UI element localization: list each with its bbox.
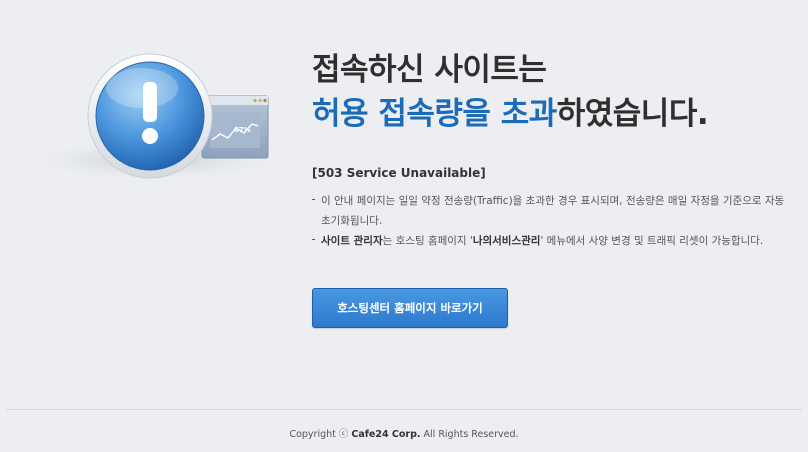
headline-line-1: 접속하신 사이트는 [312,52,547,88]
percent-label: 67% [234,126,251,134]
error-code: [503 Service Unavailable] [312,166,486,180]
exclamation-icon [87,53,213,179]
footer-divider [6,409,802,410]
note-admin-middle: 는 호스팅 홈페이지 ' [382,235,473,247]
copyright-prefix: Copyright ⓒ [289,429,352,440]
company-name: Cafe24 Corp. [351,429,421,440]
headline-rest: 하였습니다. [556,96,709,132]
page-title: 접속하신 사이트는 허용 접속량을 초과하였습니다. [312,48,709,136]
headline-line-2: 허용 접속량을 초과하였습니다. [312,92,709,136]
headline-accent: 허용 접속량을 초과 [312,96,557,132]
footer-copyright: Copyright ⓒ Cafe24 Corp. All Rights Rese… [0,428,808,442]
error-details: [503 Service Unavailable] 이 안내 페이지는 일일 약… [312,165,792,251]
notes-list: 이 안내 페이지는 일일 약정 전송량(Traffic)을 초과한 경우 표시되… [312,191,792,251]
note-admin-suffix: ' 메뉴에서 사양 변경 및 트래픽 리셋이 가능합니다. [540,235,764,247]
warning-illustration: 67% [24,53,284,182]
note-admin-bold: 사이트 관리자 [321,235,383,247]
note-admin-menu: 나의서비스관리 [472,235,541,247]
note-admin: 사이트 관리자는 호스팅 홈페이지 '나의서비스관리' 메뉴에서 사양 변경 및… [312,231,792,251]
browser-window-icon: 67% [201,95,269,159]
copyright-suffix: All Rights Reserved. [420,429,519,440]
note-traffic: 이 안내 페이지는 일일 약정 전송량(Traffic)을 초과한 경우 표시되… [312,191,792,231]
hosting-home-button[interactable]: 호스팅센터 홈페이지 바로가기 [312,288,508,328]
